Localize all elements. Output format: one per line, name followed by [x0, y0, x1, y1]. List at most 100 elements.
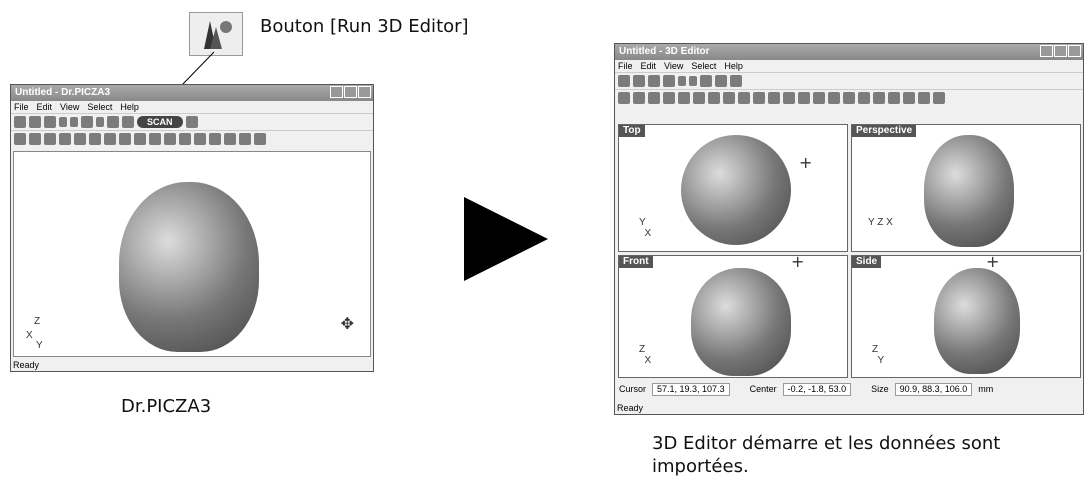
rotate-cursor-icon: ✥: [340, 314, 354, 333]
tool-icon-7[interactable]: [708, 92, 720, 104]
minimize-button[interactable]: [330, 86, 343, 98]
delete-icon[interactable]: [663, 75, 675, 87]
title-bar: Untitled - 3D Editor: [615, 44, 1083, 60]
menu-view[interactable]: View: [664, 60, 683, 72]
undo-icon[interactable]: [678, 76, 686, 86]
axis-indicator-front: Z X: [639, 344, 652, 366]
pan-icon[interactable]: [813, 92, 825, 104]
tool-icon-9[interactable]: [134, 133, 146, 145]
fit-icon[interactable]: [858, 92, 870, 104]
view-label-side: Side: [852, 256, 882, 268]
menu-bar: File Edit View Select Help: [615, 60, 1083, 72]
menu-edit[interactable]: Edit: [37, 101, 53, 113]
menu-edit[interactable]: Edit: [641, 60, 657, 72]
axis-indicator-top: Y X: [639, 217, 652, 239]
crosshair-icon: +: [791, 252, 805, 271]
sphere-icon[interactable]: [239, 133, 251, 145]
menu-select[interactable]: Select: [87, 101, 112, 113]
tool-icon-2[interactable]: [633, 92, 645, 104]
dr-picza3-window: Untitled - Dr.PICZA3 File Edit View Sele…: [10, 84, 374, 372]
view-front[interactable]: Front + Z X: [618, 252, 848, 378]
tool-icon-6[interactable]: [89, 133, 101, 145]
redo-icon[interactable]: [70, 117, 78, 127]
tool-icon-3[interactable]: [648, 92, 660, 104]
undo-icon[interactable]: [59, 117, 67, 127]
tool-icon-12[interactable]: [783, 92, 795, 104]
pan-icon[interactable]: [149, 133, 161, 145]
save-icon[interactable]: [648, 75, 660, 87]
window-title: Untitled - 3D Editor: [619, 46, 710, 57]
scan-button[interactable]: SCAN: [137, 116, 183, 128]
view-perspective[interactable]: Perspective Y Z X: [851, 124, 1081, 252]
rotate-alt-icon[interactable]: [224, 133, 236, 145]
tool-icon-13[interactable]: [798, 92, 810, 104]
tool-icon-8[interactable]: [723, 92, 735, 104]
new-icon[interactable]: [618, 75, 630, 87]
rotate-z-icon[interactable]: [903, 92, 915, 104]
scan-preview-icon[interactable]: [96, 117, 104, 127]
toolbar-tools: [615, 89, 1083, 106]
maximize-button[interactable]: [344, 86, 357, 98]
copy-icon[interactable]: [81, 116, 93, 128]
maximize-button[interactable]: [1054, 45, 1067, 57]
tool-icon-1[interactable]: [14, 133, 26, 145]
zoom-icon[interactable]: [843, 92, 855, 104]
print-icon[interactable]: [700, 75, 712, 87]
tool-icon-9[interactable]: [738, 92, 750, 104]
view-top[interactable]: Top + Y X: [618, 124, 848, 252]
scan-option-icon[interactable]: [185, 116, 198, 128]
menu-file[interactable]: File: [618, 60, 633, 72]
move-icon[interactable]: [828, 92, 840, 104]
toolbar-file: [615, 72, 1083, 89]
redo-icon[interactable]: [689, 76, 697, 86]
rotate-icon[interactable]: [209, 133, 221, 145]
3d-editor-window: Untitled - 3D Editor File Edit View Sele…: [614, 43, 1084, 415]
tool-icon-3[interactable]: [44, 133, 56, 145]
menu-view[interactable]: View: [60, 101, 79, 113]
view-side[interactable]: Side + Z Y: [851, 254, 1081, 378]
import-icon[interactable]: [730, 75, 742, 87]
new-icon[interactable]: [14, 116, 26, 128]
sphere-icon[interactable]: [918, 92, 930, 104]
tool-icon-4[interactable]: [663, 92, 675, 104]
axis-indicator-perspective: Y Z X: [868, 217, 893, 228]
open-icon[interactable]: [633, 75, 645, 87]
close-button[interactable]: [1068, 45, 1081, 57]
close-button[interactable]: [358, 86, 371, 98]
zoom-icon[interactable]: [179, 133, 191, 145]
menu-file[interactable]: File: [14, 101, 29, 113]
size-value: 90.9, 88.3, 106.0: [894, 382, 973, 396]
fit-icon[interactable]: [194, 133, 206, 145]
menu-help[interactable]: Help: [120, 101, 139, 113]
render-icon[interactable]: [254, 133, 266, 145]
minimize-button[interactable]: [1040, 45, 1053, 57]
run-3d-editor-button[interactable]: [107, 116, 119, 128]
apple-side-model: [934, 268, 1020, 374]
size-label: Size: [871, 384, 889, 394]
tool-icon-1[interactable]: [618, 92, 630, 104]
tool-icon-4[interactable]: [59, 133, 71, 145]
tool-icon-5[interactable]: [74, 133, 86, 145]
apple-top-model: [681, 135, 791, 245]
tool-icon-5[interactable]: [678, 92, 690, 104]
menu-help[interactable]: Help: [724, 60, 743, 72]
open-icon[interactable]: [29, 116, 41, 128]
tool-icon-2[interactable]: [29, 133, 41, 145]
rotate-icon[interactable]: [873, 92, 885, 104]
viewport-3d[interactable]: Z X Y ✥: [13, 151, 371, 357]
rotate-alt-icon[interactable]: [888, 92, 900, 104]
left-caption: Dr.PICZA3: [121, 396, 212, 417]
tool-icon-6[interactable]: [693, 92, 705, 104]
center-label: Center: [749, 384, 777, 394]
move-icon[interactable]: [164, 133, 176, 145]
menu-select[interactable]: Select: [691, 60, 716, 72]
home-icon[interactable]: [122, 116, 134, 128]
tool-icon-10[interactable]: [753, 92, 765, 104]
save-icon[interactable]: [44, 116, 56, 128]
render-icon[interactable]: [933, 92, 945, 104]
view-label-front: Front: [619, 256, 653, 268]
tool-icon-8[interactable]: [119, 133, 131, 145]
print-preview-icon[interactable]: [715, 75, 727, 87]
tool-icon-11[interactable]: [768, 92, 780, 104]
tool-icon-7[interactable]: [104, 133, 116, 145]
